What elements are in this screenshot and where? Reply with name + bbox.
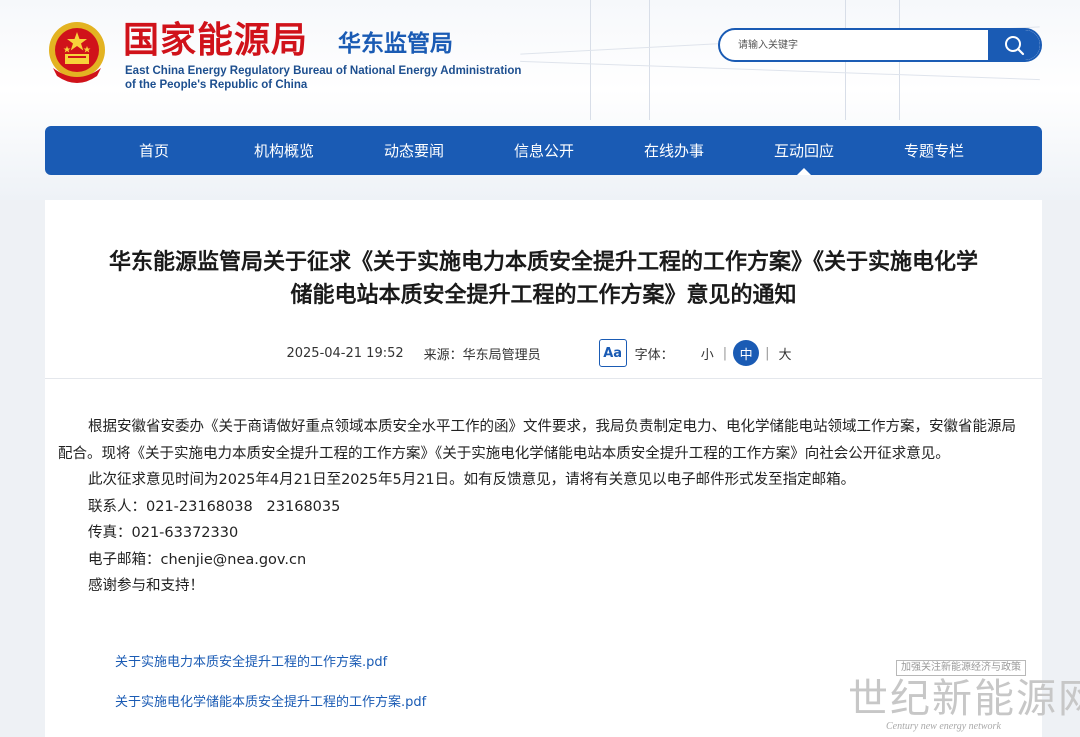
font-size-label: 字体： — [634, 347, 674, 363]
search-button[interactable] — [988, 30, 1040, 60]
site-english-name: East China Energy Regulatory Bureau of N… — [125, 64, 521, 92]
article-title-line2: 储能电站本质安全提升工程的工作方案》意见的通知 — [290, 283, 797, 308]
source-label: 来源： — [423, 347, 463, 363]
font-size-large-button[interactable]: 大 — [778, 344, 791, 363]
nav-item-interaction[interactable]: 互动回应 — [739, 126, 869, 175]
separator: | — [765, 345, 770, 361]
search-input[interactable] — [720, 30, 990, 60]
watermark-english: Century new energy network — [886, 721, 1001, 732]
site-english-line1: East China Energy Regulatory Bureau of N… — [125, 65, 522, 77]
thanks-line: 感谢参与和支持！ — [88, 578, 204, 594]
watermark-logo: 世纪新能源网 — [848, 676, 1080, 722]
font-size-small-button[interactable]: 小 — [701, 344, 714, 363]
nav-item-disclosure[interactable]: 信息公开 — [479, 126, 609, 175]
article-title-line1: 华东能源监管局关于征求《关于实施电力本质安全提升工程的工作方案》《关于实施电化学 — [108, 250, 978, 275]
nav-item-news[interactable]: 动态要闻 — [349, 126, 479, 175]
article-body: 根据安徽省安委办《关于商请做好重点领域本质安全水平工作的函》文件要求，我局负责制… — [58, 414, 1030, 600]
search-icon — [1005, 36, 1025, 56]
nav-item-online-service[interactable]: 在线办事 — [609, 126, 739, 175]
body-paragraph-2: 此次征求意见时间为2025年4月21日至2025年5月21日。如有反馈意见，请将… — [88, 472, 856, 488]
article-title: 华东能源监管局关于征求《关于实施电力本质安全提升工程的工作方案》《关于实施电化学… — [45, 246, 1042, 312]
article-source: 华东局管理员 — [462, 347, 541, 363]
site-title: 国家能源局 — [123, 19, 309, 61]
national-emblem-icon — [49, 22, 105, 83]
meta-divider — [45, 378, 1042, 379]
contact-line: 联系人：021-23168038 23168035 — [88, 498, 341, 515]
fax-line: 传真：021-63372330 — [88, 525, 239, 541]
font-size-icon: Aa — [598, 339, 627, 367]
power-tower-decoration — [590, 0, 650, 120]
watermark-tagline: 加强关注新能源经济与政策 — [896, 660, 1026, 676]
separator: | — [722, 345, 728, 361]
article-panel: 华东能源监管局关于征求《关于实施电力本质安全提升工程的工作方案》《关于实施电化学… — [45, 200, 1042, 737]
search-box — [718, 28, 1042, 62]
font-size-medium-button[interactable]: 中 — [733, 340, 760, 366]
site-subtitle: 华东监管局 — [338, 31, 453, 57]
nav-item-home[interactable]: 首页 — [89, 126, 219, 175]
main-nav: 首页 机构概览 动态要闻 信息公开 在线办事 互动回应 专题专栏 — [45, 126, 1042, 175]
site-english-line2: of the People's Republic of China — [125, 79, 308, 91]
article-date: 2025-04-21 19:52 — [286, 345, 404, 361]
nav-item-special-topics[interactable]: 专题专栏 — [869, 126, 999, 175]
attachment-link-1[interactable]: 关于实施电力本质安全提升工程的工作方案.pdf — [115, 651, 387, 670]
article-meta: 2025-04-21 19:52 来源： 华东局管理员 Aa 字体： 小 | 中… — [45, 338, 1042, 368]
attachment-link-2[interactable]: 关于实施电化学储能本质安全提升工程的工作方案.pdf — [115, 691, 426, 710]
nav-item-about[interactable]: 机构概览 — [219, 126, 349, 175]
body-paragraph-1: 根据安徽省安委办《关于商请做好重点领域本质安全水平工作的函》文件要求，我局负责制… — [58, 419, 1016, 462]
email-line: 电子邮箱：chenjie@nea.gov.cn — [88, 551, 307, 568]
